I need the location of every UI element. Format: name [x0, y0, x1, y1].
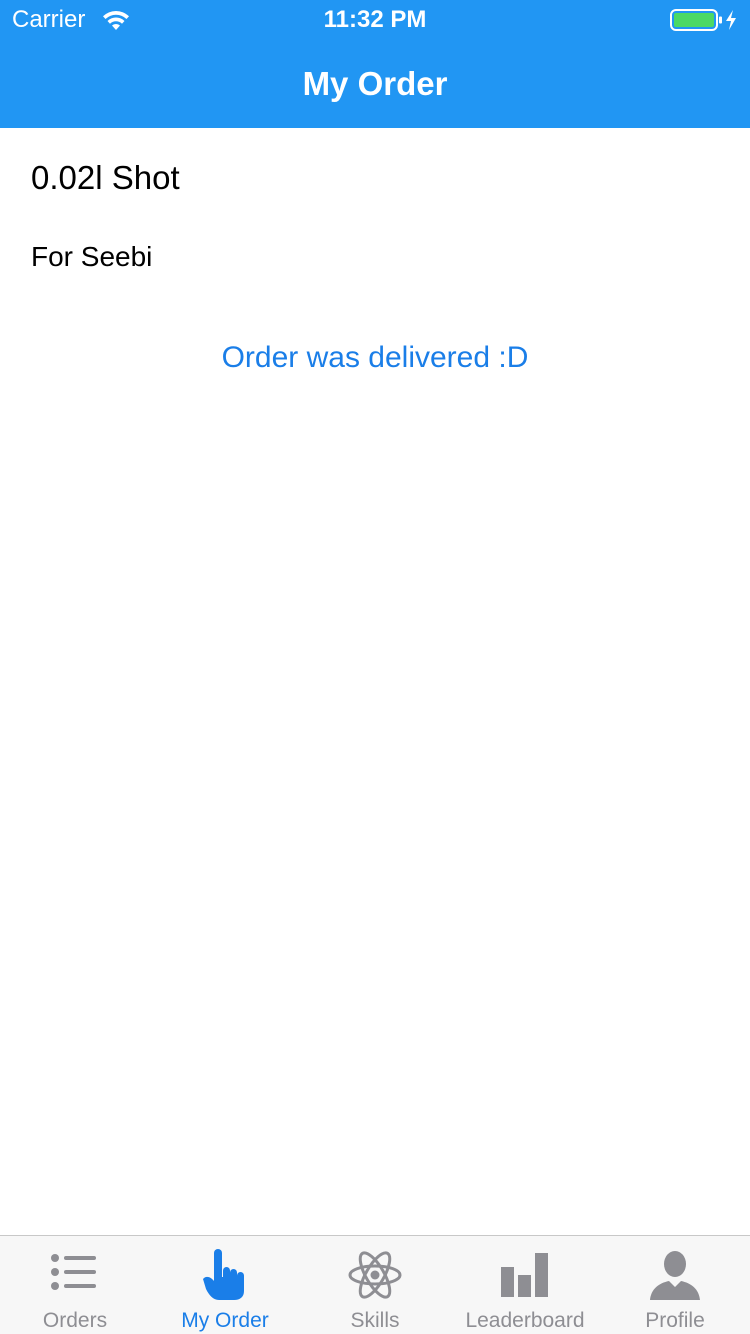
person-icon	[650, 1251, 700, 1300]
tab-skills[interactable]: Skills	[300, 1236, 450, 1334]
order-status: Order was delivered :D	[221, 341, 529, 374]
tab-label: My Order	[181, 1309, 269, 1332]
header: Carrier 11:32 PM My Order	[0, 0, 750, 128]
tab-bar: Orders My Order Skills Leaderboard Profi…	[0, 1235, 750, 1334]
list-icon	[51, 1254, 96, 1290]
page-title: My Order	[302, 65, 448, 102]
tab-my-order[interactable]: My Order	[150, 1236, 300, 1334]
tab-label: Profile	[645, 1309, 705, 1332]
order-item-name: 0.02l Shot	[31, 159, 180, 196]
status-bar: Carrier 11:32 PM	[0, 0, 750, 40]
tab-label: Skills	[350, 1309, 400, 1332]
tab-profile[interactable]: Profile	[600, 1236, 750, 1334]
pointing-hand-icon	[203, 1249, 244, 1300]
tab-label: Leaderboard	[465, 1309, 585, 1332]
tab-label: Orders	[42, 1309, 108, 1332]
bar-chart-icon	[501, 1253, 548, 1297]
atom-icon	[348, 1251, 402, 1299]
screen: Carrier 11:32 PM My Order 0.02l Shot For…	[0, 0, 750, 1334]
order-recipient: For Seebi	[31, 241, 153, 272]
status-time: 11:32 PM	[323, 6, 427, 33]
tab-leaderboard[interactable]: Leaderboard	[450, 1236, 600, 1334]
battery-icon	[670, 9, 736, 31]
tab-orders[interactable]: Orders	[0, 1236, 150, 1334]
